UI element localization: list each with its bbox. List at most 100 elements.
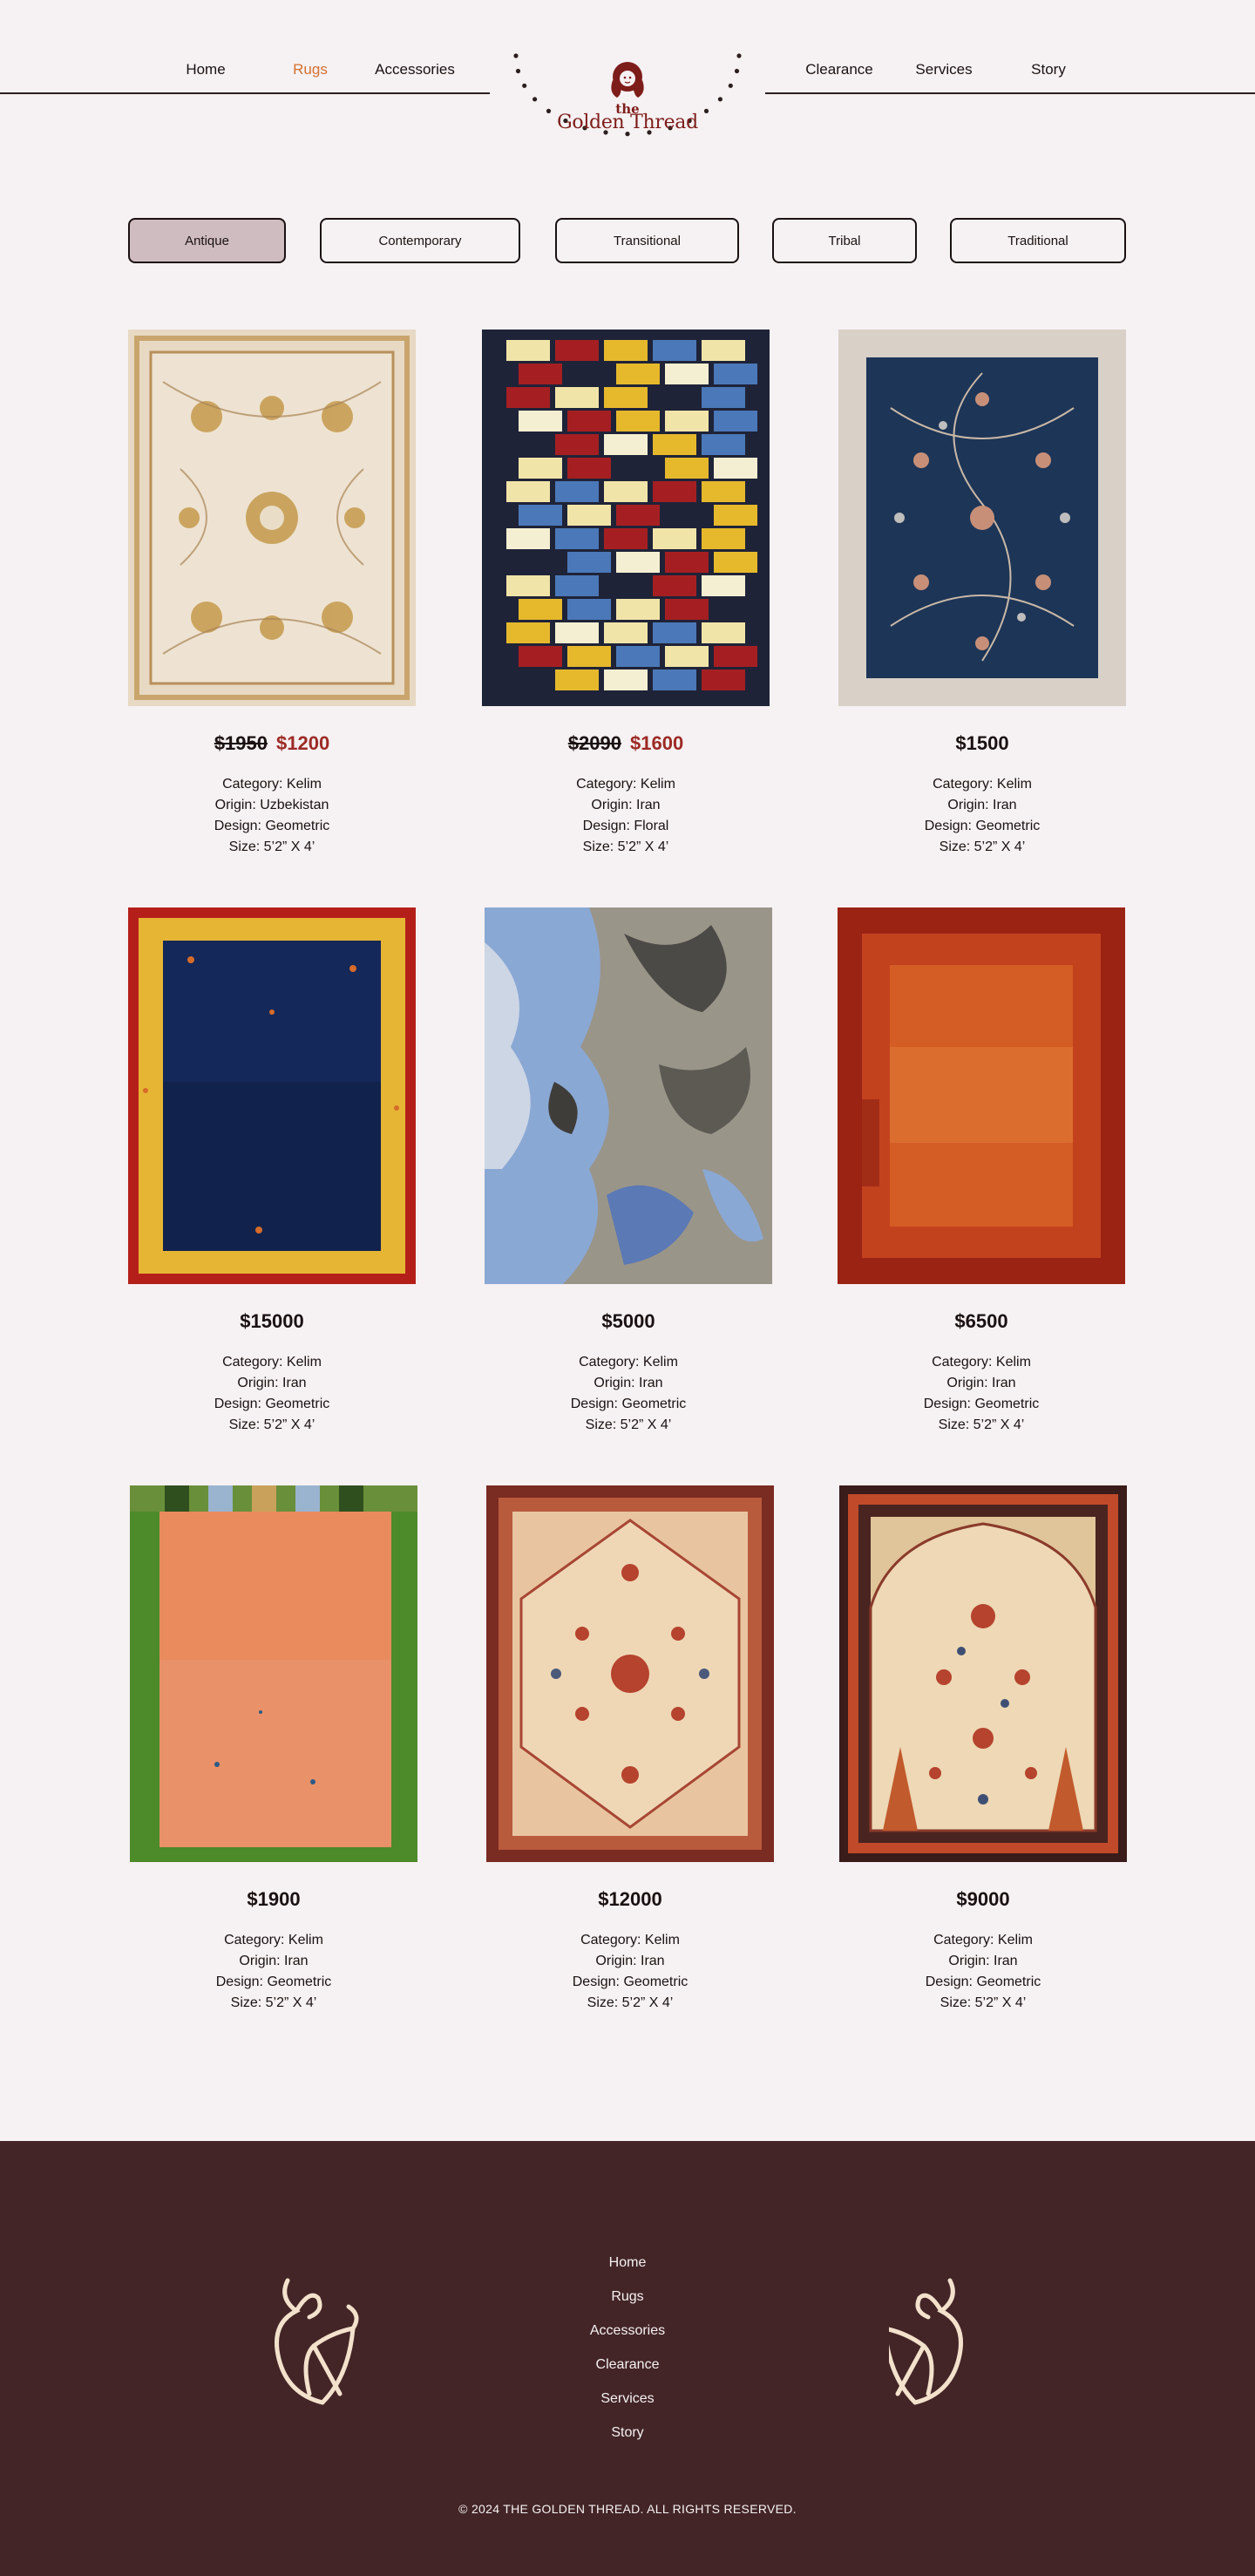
product-specs: Category: Kelim Origin: Iran Design: Geo… <box>839 1930 1127 2014</box>
checker-tile <box>702 622 745 643</box>
checker-tile <box>714 458 757 479</box>
spec-design: Design: Geometric <box>572 1974 689 1989</box>
spec-size: Size: 5’2” X 4’ <box>228 1417 315 1432</box>
product-specs: Category: Kelim Origin: Iran Design: Geo… <box>838 1352 1125 1436</box>
checker-tile <box>653 340 696 361</box>
checker-tile <box>702 340 745 361</box>
checker-tile <box>519 552 562 573</box>
checker-tile <box>604 575 648 596</box>
checker-tile <box>665 364 709 384</box>
checker-tile <box>506 528 550 549</box>
footer-link-rugs[interactable]: Rugs <box>540 2280 715 2314</box>
sale-price: $1600 <box>630 732 684 754</box>
checker-tile <box>702 669 745 690</box>
product-specs: Category: Kelim Origin: Iran Design: Geo… <box>838 774 1126 858</box>
checker-tile <box>653 669 696 690</box>
nav-clearance[interactable]: Clearance <box>805 61 873 78</box>
logo-dot <box>515 68 521 74</box>
nav-services[interactable]: Services <box>915 61 972 78</box>
spec-design: Design: Geometric <box>925 1974 1041 1989</box>
checker-tile <box>616 364 660 384</box>
product-specs: Category: Kelim Origin: Iran Design: Flo… <box>482 774 770 858</box>
spec-origin: Origin: Iran <box>591 798 661 812</box>
footer-link-story[interactable]: Story <box>540 2416 715 2450</box>
checker-tile <box>653 481 696 502</box>
peach-green-border-rug-image[interactable] <box>130 1485 417 1862</box>
nav-rugs[interactable]: Rugs <box>293 61 328 78</box>
spec-category: Category: Kelim <box>222 1355 322 1370</box>
checker-tile <box>604 434 648 455</box>
checker-tile <box>616 646 660 667</box>
spec-category: Category: Kelim <box>576 777 675 792</box>
nav-home[interactable]: Home <box>186 61 225 78</box>
checker-tile <box>616 411 660 432</box>
filter-tribal[interactable]: Tribal <box>772 218 917 263</box>
checker-tile <box>665 646 709 667</box>
original-price: $2090 <box>567 732 621 754</box>
spec-origin: Origin: Iran <box>948 1954 1018 1968</box>
product-specs: Category: Kelim Origin: Iran Design: Geo… <box>486 1930 774 2014</box>
spec-design: Design: Geometric <box>214 1397 330 1411</box>
nav-accessories[interactable]: Accessories <box>375 61 455 78</box>
filter-transitional[interactable]: Transitional <box>555 218 739 263</box>
spec-design: Design: Geometric <box>215 1974 332 1989</box>
checker-tile <box>567 599 611 620</box>
checker-tile <box>604 387 648 408</box>
persian-medallion-rug-image[interactable] <box>486 1485 774 1862</box>
price: $1950 $1200 <box>128 732 416 755</box>
nav-story[interactable]: Story <box>1031 61 1066 78</box>
filter-contemporary[interactable]: Contemporary <box>320 218 520 263</box>
spec-size: Size: 5’2” X 4’ <box>582 839 669 854</box>
checker-tile <box>567 646 611 667</box>
checker-tile <box>604 669 648 690</box>
product-specs: Category: Kelim Origin: Iran Design: Geo… <box>130 1930 417 2014</box>
price: $2090 $1600 <box>482 732 770 755</box>
filter-antique[interactable]: Antique <box>128 218 286 263</box>
checker-tile <box>519 411 562 432</box>
checker-tile <box>665 599 709 620</box>
product-specs: Category: Kelim Origin: Uzbekistan Desig… <box>128 774 416 858</box>
price: $5000 <box>601 1310 655 1332</box>
logo-text-name: Golden Thread <box>557 112 698 133</box>
checker-tile <box>604 340 648 361</box>
prayer-rug-image[interactable] <box>839 1485 1127 1862</box>
spec-design: Design: Geometric <box>924 819 1041 833</box>
checkered-rug-image[interactable] <box>482 330 770 706</box>
checker-tile <box>506 434 550 455</box>
checker-tile <box>616 505 660 526</box>
logo[interactable]: the Golden Thread <box>505 45 750 176</box>
beige-floral-rug-image[interactable] <box>128 330 416 706</box>
spec-origin: Origin: Uzbekistan <box>214 798 329 812</box>
checker-tile <box>665 552 709 573</box>
spec-size: Size: 5’2” X 4’ <box>587 1995 674 2010</box>
left-feather-emblem-icon <box>275 2278 359 2405</box>
spec-origin: Origin: Iran <box>239 1954 309 1968</box>
spec-design: Design: Geometric <box>570 1397 687 1411</box>
footer-link-accessories[interactable]: Accessories <box>540 2314 715 2348</box>
spec-size: Size: 5’2” X 4’ <box>940 1995 1027 2010</box>
checker-tile <box>665 411 709 432</box>
navy-gold-border-rug-image[interactable] <box>128 907 416 1284</box>
checker-tile <box>567 505 611 526</box>
checker-tile <box>702 387 745 408</box>
site-header: Home Rugs Accessories Clearance Services… <box>0 0 1255 183</box>
spec-size: Size: 5’2” X 4’ <box>939 839 1026 854</box>
rust-red-rug-image[interactable] <box>838 907 1125 1284</box>
abstract-grey-blue-rug-image[interactable] <box>485 907 772 1284</box>
filter-traditional[interactable]: Traditional <box>950 218 1126 263</box>
spec-category: Category: Kelim <box>222 777 322 792</box>
spec-design: Design: Geometric <box>923 1397 1040 1411</box>
navy-floral-rug-image[interactable] <box>838 330 1126 706</box>
footer-link-clearance[interactable]: Clearance <box>540 2348 715 2382</box>
checker-tile <box>714 364 757 384</box>
checker-tile <box>567 458 611 479</box>
footer-link-services[interactable]: Services <box>540 2382 715 2416</box>
checker-tile <box>714 646 757 667</box>
checker-tile <box>519 505 562 526</box>
footer-link-home[interactable]: Home <box>540 2246 715 2280</box>
spec-origin: Origin: Iran <box>595 1954 665 1968</box>
right-feather-emblem-icon <box>889 2278 963 2405</box>
site-footer: Home Rugs Accessories Clearance Services… <box>0 2141 1255 2576</box>
product-specs: Category: Kelim Origin: Iran Design: Geo… <box>485 1352 772 1436</box>
checker-tile <box>555 622 599 643</box>
